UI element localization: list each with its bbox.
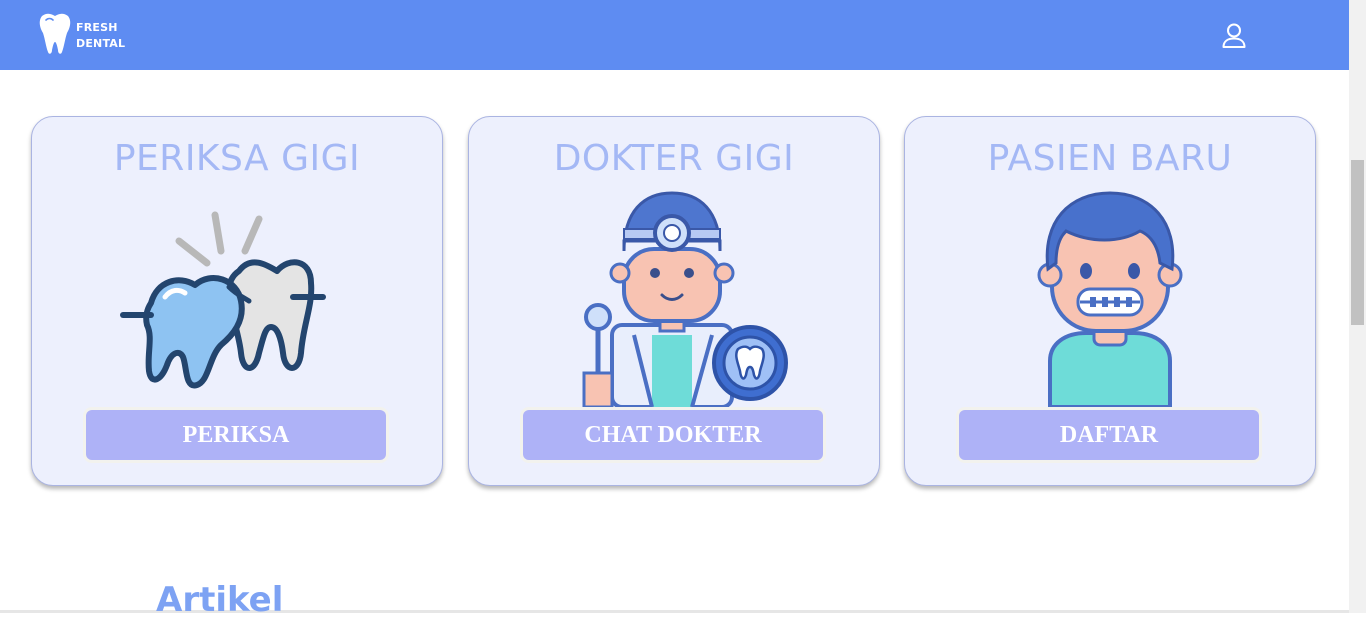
card-title: PASIEN BARU	[987, 138, 1233, 179]
card-dokter-gigi: DOKTER GIGI CHAT DOKTER	[468, 116, 880, 486]
brand-logo[interactable]: FRESH DENTAL	[38, 12, 125, 60]
artikel-section-title: Artikel	[156, 580, 284, 620]
card-pasien-baru: PASIEN BARU DAFTAR	[904, 116, 1316, 486]
scrollbar-thumb[interactable]	[1351, 160, 1364, 325]
brand-line-1: FRESH	[76, 21, 118, 34]
user-icon	[1219, 23, 1249, 54]
periksa-button[interactable]: PERIKSA	[86, 410, 386, 460]
brand-line-2: DENTAL	[76, 37, 126, 50]
chat-dokter-button[interactable]: CHAT DOKTER	[523, 410, 823, 460]
dentist-doctor-icon	[554, 185, 794, 409]
patient-braces-icon	[990, 185, 1230, 409]
brand-name: FRESH DENTAL	[76, 20, 125, 52]
card-title: DOKTER GIGI	[553, 138, 795, 179]
tooth-icon	[38, 12, 72, 60]
teeth-checkup-icon	[117, 185, 357, 407]
daftar-button[interactable]: DAFTAR	[959, 410, 1259, 460]
navbar: FRESH DENTAL	[0, 0, 1349, 70]
vertical-scrollbar[interactable]	[1349, 0, 1366, 613]
card-title: PERIKSA GIGI	[113, 138, 361, 179]
user-account-button[interactable]	[1219, 22, 1249, 50]
card-periksa-gigi: PERIKSA GIGI PERIKSA	[31, 116, 443, 486]
